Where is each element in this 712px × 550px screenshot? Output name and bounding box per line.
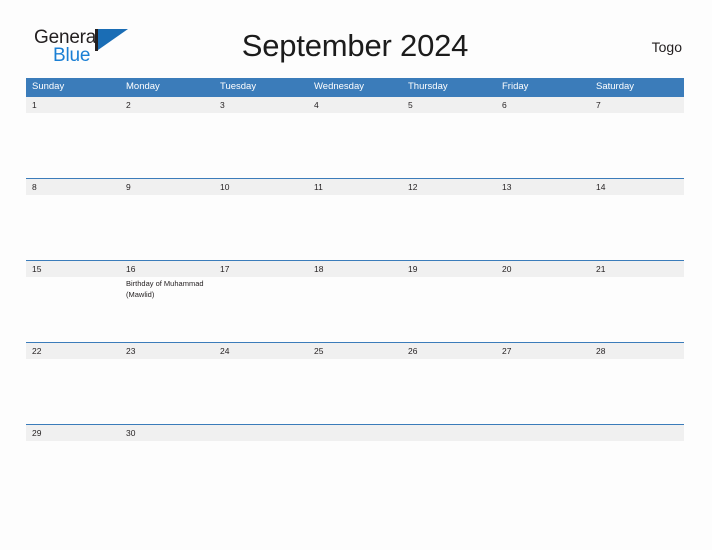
day-cell[interactable] <box>26 359 120 424</box>
calendar-grid: Sunday Monday Tuesday Wednesday Thursday… <box>26 78 684 506</box>
week-row: 1 2 3 4 5 6 7 <box>26 96 684 178</box>
day-number[interactable]: 4 <box>308 97 402 113</box>
weekday-header-friday: Friday <box>502 81 529 92</box>
day-cell[interactable] <box>214 359 308 424</box>
day-cell[interactable] <box>214 195 308 260</box>
page-title: September 2024 <box>241 28 469 63</box>
day-number <box>214 425 308 441</box>
day-cell[interactable] <box>402 113 496 178</box>
day-cell[interactable] <box>496 277 590 342</box>
day-cell[interactable] <box>590 277 684 342</box>
day-cell[interactable] <box>402 359 496 424</box>
day-number[interactable]: 19 <box>402 261 496 277</box>
day-cell[interactable] <box>120 195 214 260</box>
day-number[interactable]: 24 <box>214 343 308 359</box>
day-cell[interactable] <box>308 359 402 424</box>
day-number[interactable]: 28 <box>590 343 684 359</box>
week-row: 29 30 <box>26 424 684 506</box>
day-cell[interactable] <box>590 113 684 178</box>
day-cell[interactable] <box>214 277 308 342</box>
day-number[interactable]: 23 <box>120 343 214 359</box>
day-cell <box>308 441 402 506</box>
week-date-band: 15 16 17 18 19 20 21 <box>26 261 684 277</box>
day-number[interactable]: 8 <box>26 179 120 195</box>
weekday-header-tuesday: Tuesday <box>220 81 257 92</box>
week-row: 15 16 17 18 19 20 21 Birthday of Muhamma… <box>26 260 684 342</box>
day-cell[interactable] <box>590 359 684 424</box>
day-number[interactable]: 1 <box>26 97 120 113</box>
day-number[interactable]: 2 <box>120 97 214 113</box>
day-number[interactable]: 17 <box>214 261 308 277</box>
day-number[interactable]: 26 <box>402 343 496 359</box>
day-number[interactable]: 3 <box>214 97 308 113</box>
week-event-row <box>26 359 684 424</box>
day-number[interactable]: 22 <box>26 343 120 359</box>
day-cell <box>496 441 590 506</box>
day-number <box>496 425 590 441</box>
day-cell[interactable] <box>590 195 684 260</box>
weekday-header-thursday: Thursday <box>408 81 448 92</box>
day-cell[interactable] <box>120 359 214 424</box>
country-label: Togo <box>651 39 682 55</box>
day-number[interactable]: 30 <box>120 425 214 441</box>
week-row: 8 9 10 11 12 13 14 <box>26 178 684 260</box>
day-cell[interactable] <box>308 195 402 260</box>
day-cell[interactable] <box>26 195 120 260</box>
week-date-band: 29 30 <box>26 425 684 441</box>
day-number[interactable]: 12 <box>402 179 496 195</box>
weekday-header-saturday: Saturday <box>596 81 635 92</box>
week-date-band: 22 23 24 25 26 27 28 <box>26 343 684 359</box>
week-date-band: 8 9 10 11 12 13 14 <box>26 179 684 195</box>
weekday-header-row: Sunday Monday Tuesday Wednesday Thursday… <box>26 78 684 96</box>
day-number[interactable]: 13 <box>496 179 590 195</box>
day-number[interactable]: 29 <box>26 425 120 441</box>
day-number[interactable]: 10 <box>214 179 308 195</box>
day-number[interactable]: 21 <box>590 261 684 277</box>
day-cell[interactable] <box>496 113 590 178</box>
day-number[interactable]: 5 <box>402 97 496 113</box>
weekday-header-wednesday: Wednesday <box>314 81 364 92</box>
day-number <box>308 425 402 441</box>
day-number <box>590 425 684 441</box>
day-cell[interactable] <box>214 113 308 178</box>
day-number[interactable]: 15 <box>26 261 120 277</box>
day-cell[interactable] <box>120 113 214 178</box>
day-number[interactable]: 20 <box>496 261 590 277</box>
week-event-row <box>26 195 684 260</box>
calendar-page: General Blue September 2024 Togo Sunday … <box>0 0 712 550</box>
day-number <box>402 425 496 441</box>
week-date-band: 1 2 3 4 5 6 7 <box>26 97 684 113</box>
day-number[interactable]: 11 <box>308 179 402 195</box>
day-cell[interactable]: Birthday of Muhammad (Mawlid) <box>120 277 214 342</box>
day-cell[interactable] <box>26 113 120 178</box>
day-number[interactable]: 9 <box>120 179 214 195</box>
week-event-row: Birthday of Muhammad (Mawlid) <box>26 277 684 342</box>
week-event-row <box>26 113 684 178</box>
day-cell[interactable] <box>26 277 120 342</box>
day-cell[interactable] <box>308 113 402 178</box>
day-number[interactable]: 16 <box>120 261 214 277</box>
day-number[interactable]: 7 <box>590 97 684 113</box>
day-cell <box>214 441 308 506</box>
day-cell[interactable] <box>120 441 214 506</box>
day-cell <box>590 441 684 506</box>
day-number[interactable]: 18 <box>308 261 402 277</box>
weekday-header-sunday: Sunday <box>32 81 65 92</box>
day-cell <box>402 441 496 506</box>
weekday-header-monday: Monday <box>126 81 160 92</box>
day-number[interactable]: 27 <box>496 343 590 359</box>
day-cell[interactable] <box>402 195 496 260</box>
day-cell[interactable] <box>402 277 496 342</box>
day-number[interactable]: 14 <box>590 179 684 195</box>
day-cell[interactable] <box>308 277 402 342</box>
day-number[interactable]: 6 <box>496 97 590 113</box>
day-cell[interactable] <box>496 359 590 424</box>
day-cell[interactable] <box>496 195 590 260</box>
page-header: General Blue September 2024 Togo <box>26 24 684 72</box>
day-cell[interactable] <box>26 441 120 506</box>
day-number[interactable]: 25 <box>308 343 402 359</box>
week-row: 22 23 24 25 26 27 28 <box>26 342 684 424</box>
week-event-row <box>26 441 684 506</box>
event-text: Birthday of Muhammad (Mawlid) <box>126 279 204 299</box>
